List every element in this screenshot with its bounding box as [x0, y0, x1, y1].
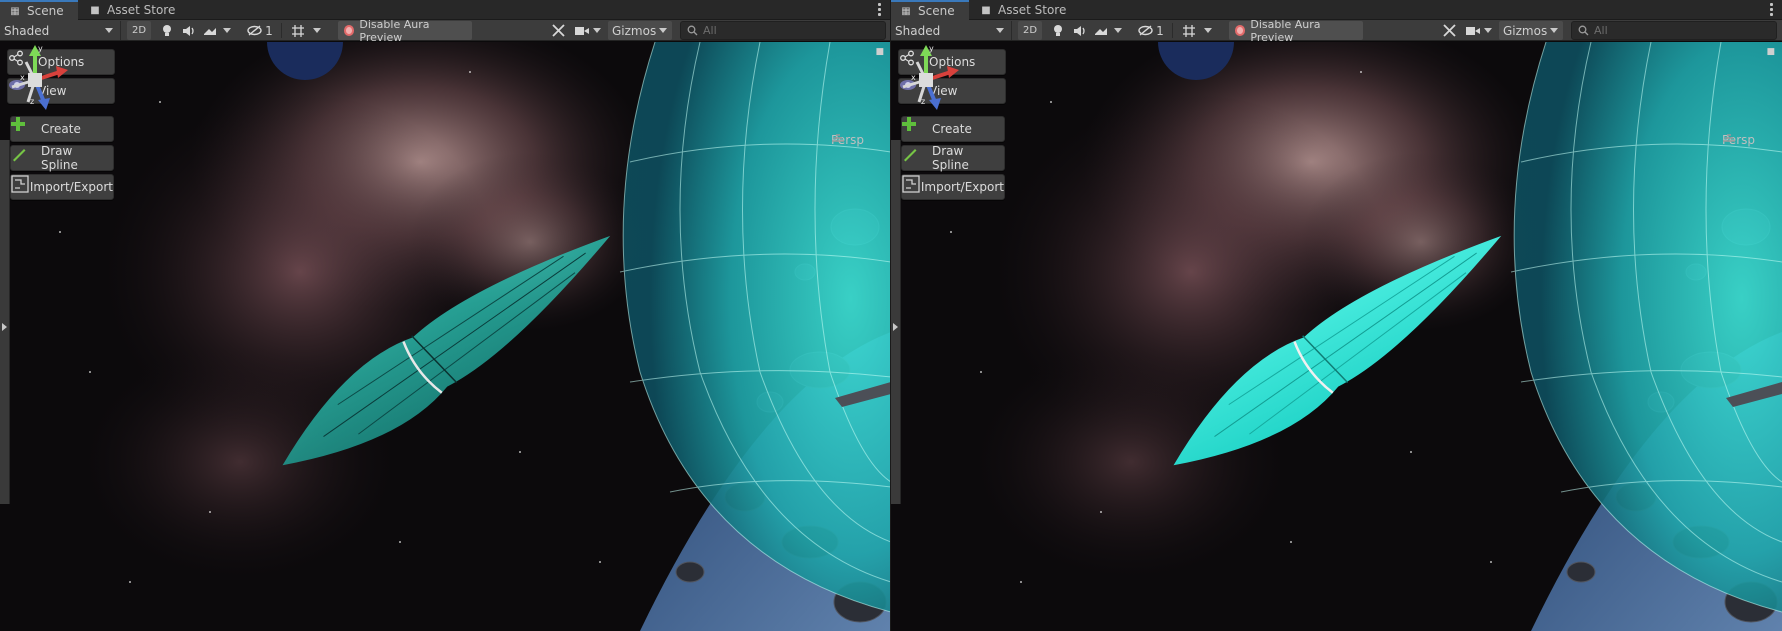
projection-toggle[interactable]: Persp [1722, 133, 1755, 147]
lock-icon: ■ [90, 4, 100, 16]
effects-icon[interactable] [1094, 21, 1122, 40]
2d-toggle-button[interactable]: 2D [127, 21, 151, 40]
import-export-label: Import/Export [29, 180, 113, 194]
create-label: Create [41, 122, 81, 136]
grid-snap-icon[interactable] [1177, 21, 1217, 40]
create-button[interactable]: Create [10, 116, 114, 142]
tab-scene[interactable]: ▦ Scene [0, 0, 78, 20]
aura-button-label: Disable Aura Preview [1250, 17, 1321, 44]
light-icon[interactable] [1049, 21, 1067, 40]
search-icon [1578, 25, 1589, 36]
search-placeholder: All [703, 24, 717, 37]
orientation-gizmo[interactable]: y x z [891, 42, 961, 112]
tab-scene-label: Scene [918, 4, 955, 18]
scene-panel-left: ▦ Scene ■ Asset Store Shaded 2D 1 Disabl… [0, 0, 891, 631]
audio-icon[interactable] [1071, 21, 1089, 40]
tab-scene[interactable]: ▦ Scene [891, 0, 969, 20]
gizmos-label: Gizmos [612, 23, 657, 38]
create-label: Create [932, 122, 972, 136]
tools-icon[interactable] [548, 21, 568, 40]
visibility-count: 1 [265, 23, 273, 38]
scene-render [891, 42, 1782, 631]
draw-spline-label: Draw Spline [40, 144, 78, 172]
aura-button-label: Disable Aura Preview [359, 17, 430, 44]
grid-icon: ▦ [901, 5, 911, 17]
plus-icon [902, 117, 926, 138]
effects-icon[interactable] [203, 21, 231, 40]
tab-asset-store[interactable]: ■ Asset Store [80, 0, 184, 20]
scene-viewport[interactable]: Options View Create Draw Spline Import/E… [0, 42, 890, 631]
scene-toolbar: Shaded 2D 1 Disable Aura Preview Gizmos … [0, 18, 890, 44]
disable-aura-preview-button[interactable]: Disable Aura Preview [338, 18, 472, 44]
gizmos-dropdown[interactable]: Gizmos [608, 21, 672, 40]
create-button[interactable]: Create [901, 116, 1005, 142]
axis-z-label: z [30, 97, 34, 106]
gizmos-dropdown[interactable]: Gizmos [1499, 21, 1563, 40]
more-menu-icon[interactable] [1770, 3, 1774, 16]
grid-icon: ▦ [10, 5, 20, 17]
axis-y-label: y [929, 44, 934, 53]
shading-mode-label: Shaded [4, 23, 50, 38]
shading-mode-dropdown[interactable]: Shaded [891, 21, 1012, 40]
tab-asset-store[interactable]: ■ Asset Store [971, 0, 1075, 20]
overlay-collapse-strip[interactable] [0, 140, 10, 504]
import-export-button[interactable]: Import/Export [10, 174, 114, 200]
gizmos-label: Gizmos [1503, 23, 1548, 38]
axis-z-label: z [921, 97, 925, 106]
import-export-icon [902, 175, 920, 196]
perspective-icon [832, 134, 844, 142]
2d-toggle-label: 2D [131, 25, 147, 36]
search-input[interactable]: All [680, 21, 886, 40]
tab-asset-store-label: Asset Store [998, 3, 1067, 17]
aura-icon [1235, 25, 1246, 36]
search-placeholder: All [1594, 24, 1608, 37]
scene-toolbar: Shaded 2D 1 Disable Aura Preview Gizmos … [891, 18, 1782, 44]
pencil-icon [13, 149, 35, 167]
axis-x-label: x [20, 73, 25, 82]
draw-spline-button[interactable]: Draw Spline [901, 144, 1005, 172]
import-export-button[interactable]: Import/Export [901, 174, 1005, 200]
camera-icon[interactable] [572, 21, 604, 40]
visibility-count: 1 [1156, 23, 1164, 38]
scene-comparison: ▦ Scene ■ Asset Store Shaded 2D 1 Disabl… [0, 0, 1782, 631]
axis-x-label: x [911, 73, 916, 82]
scene-panel-right: ▦ Scene ■ Asset Store Shaded 2D 1 Disabl… [891, 0, 1782, 631]
scene-viewport[interactable]: Options View Create Draw Spline Import/E… [891, 42, 1782, 631]
search-icon [687, 25, 698, 36]
grid-snap-icon[interactable] [286, 21, 326, 40]
projection-toggle[interactable]: Persp [831, 133, 864, 147]
camera-icon[interactable] [1463, 21, 1495, 40]
hidden-eye-icon[interactable]: 1 [1134, 21, 1168, 40]
2d-toggle-button[interactable]: 2D [1018, 21, 1042, 40]
more-menu-icon[interactable] [878, 3, 882, 16]
plus-icon [11, 117, 35, 138]
lock-icon: ■ [981, 4, 991, 16]
2d-toggle-label: 2D [1022, 25, 1038, 36]
draw-spline-button[interactable]: Draw Spline [10, 144, 114, 172]
axis-y-label: y [38, 44, 43, 53]
draw-spline-label: Draw Spline [931, 144, 969, 172]
import-export-label: Import/Export [920, 180, 1004, 194]
shading-mode-label: Shaded [895, 23, 941, 38]
import-export-icon [11, 175, 29, 196]
tab-scene-label: Scene [27, 4, 64, 18]
tools-icon[interactable] [1439, 21, 1459, 40]
disable-aura-preview-button[interactable]: Disable Aura Preview [1229, 18, 1363, 44]
shading-mode-dropdown[interactable]: Shaded [0, 21, 121, 40]
hidden-eye-icon[interactable]: 1 [243, 21, 277, 40]
light-icon[interactable] [158, 21, 176, 40]
aura-icon [344, 25, 355, 36]
pencil-icon [904, 149, 926, 167]
lock-icon[interactable]: ■ [1766, 47, 1775, 57]
audio-icon[interactable] [180, 21, 198, 40]
lock-icon[interactable]: ■ [875, 47, 884, 57]
scene-render [0, 42, 890, 631]
search-input[interactable]: All [1571, 21, 1777, 40]
tab-asset-store-label: Asset Store [107, 3, 176, 17]
perspective-icon [1723, 134, 1735, 142]
orientation-gizmo[interactable]: y x z [0, 42, 70, 112]
overlay-collapse-strip[interactable] [891, 140, 901, 504]
